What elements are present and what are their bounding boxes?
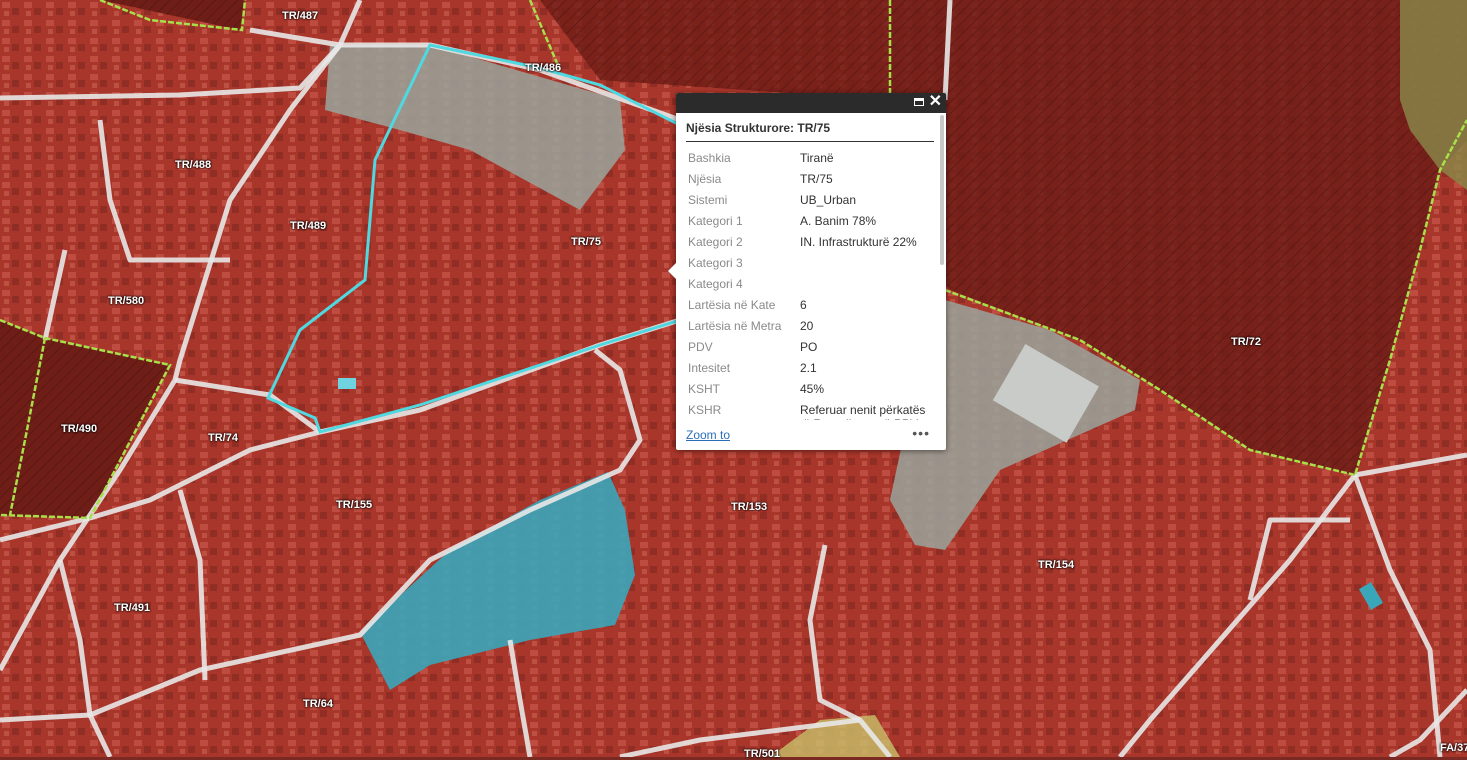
attribute-key: Sistemi: [688, 193, 728, 207]
attribute-key: PDV: [688, 340, 713, 354]
popup-title: Njësia Strukturore: TR/75: [686, 121, 934, 142]
info-popup: ✕ Njësia Strukturore: TR/75 Bashkia Tiran…: [668, 93, 946, 450]
attribute-row: KSHR Referuar nenit përkatës të Rregullor…: [686, 400, 934, 420]
attribute-value: 45%: [800, 382, 825, 396]
attribute-key: Njësia: [688, 172, 722, 186]
more-options-icon[interactable]: •••: [912, 425, 930, 441]
attribute-value: UB_Urban: [800, 193, 857, 207]
attribute-row: Kategori 4: [686, 274, 934, 295]
attribute-row: Lartësia në Kate 6: [686, 295, 934, 316]
attribute-table: Bashkia Tiranë Njësia TR/75 Sistemi UB_Urba…: [686, 148, 934, 420]
attribute-key: KSHR: [688, 403, 722, 417]
attribute-row: Kategori 3: [686, 253, 934, 274]
attribute-key: Kategori 3: [688, 256, 743, 270]
attribute-row: Lartësia në Metra 20: [686, 316, 934, 337]
attribute-row: Njësia TR/75: [686, 169, 934, 190]
attribute-key: KSHT: [688, 382, 721, 396]
attribute-row: Intesitet 2.1: [686, 358, 934, 379]
attribute-value: 2.1: [800, 361, 817, 375]
close-icon[interactable]: ✕: [929, 94, 942, 110]
attribute-key: Kategori 2: [688, 235, 743, 249]
attribute-value: A. Banim 78%: [800, 214, 877, 228]
attribute-value: IN. Infrastrukturë 22%: [800, 235, 917, 249]
attribute-row: Kategori 2 IN. Infrastrukturë 22%: [686, 232, 934, 253]
attribute-key: Intesitet: [688, 361, 731, 375]
attribute-row: KSHT 45%: [686, 379, 934, 400]
popup-pointer: [668, 263, 676, 279]
attribute-key: Lartësia në Metra: [688, 319, 782, 333]
attribute-value: TR/75: [800, 172, 833, 186]
attribute-value: [798, 274, 934, 295]
maximize-icon[interactable]: [914, 98, 924, 106]
attribute-key: Lartësia në Kate: [688, 298, 776, 312]
attribute-key: Kategori 1: [688, 214, 743, 228]
popup-scrollbar[interactable]: [940, 115, 944, 265]
attribute-key: Kategori 4: [688, 277, 743, 291]
popup-footer: Zoom to •••: [686, 425, 930, 444]
attribute-row: Sistemi UB_Urban: [686, 190, 934, 211]
attribute-key: Bashkia: [688, 151, 731, 165]
attribute-row: Kategori 1 A. Banim 78%: [686, 211, 934, 232]
popup-titlebar: ✕: [676, 93, 946, 113]
attribute-value: 20: [800, 319, 814, 333]
attribute-value: Tiranë: [800, 151, 834, 165]
attribute-row: PDV PO: [686, 337, 934, 358]
popup-body: Njësia Strukturore: TR/75 Bashkia Tiranë …: [686, 121, 934, 420]
attribute-value: PO: [800, 340, 818, 354]
zoom-to-link[interactable]: Zoom to: [686, 428, 730, 442]
pool: [338, 378, 356, 389]
attribute-value: [798, 253, 934, 274]
attribute-value: Referuar nenit përkatës të Rregullores s…: [800, 403, 926, 420]
attribute-value: 6: [800, 298, 807, 312]
attribute-row: Bashkia Tiranë: [686, 148, 934, 169]
